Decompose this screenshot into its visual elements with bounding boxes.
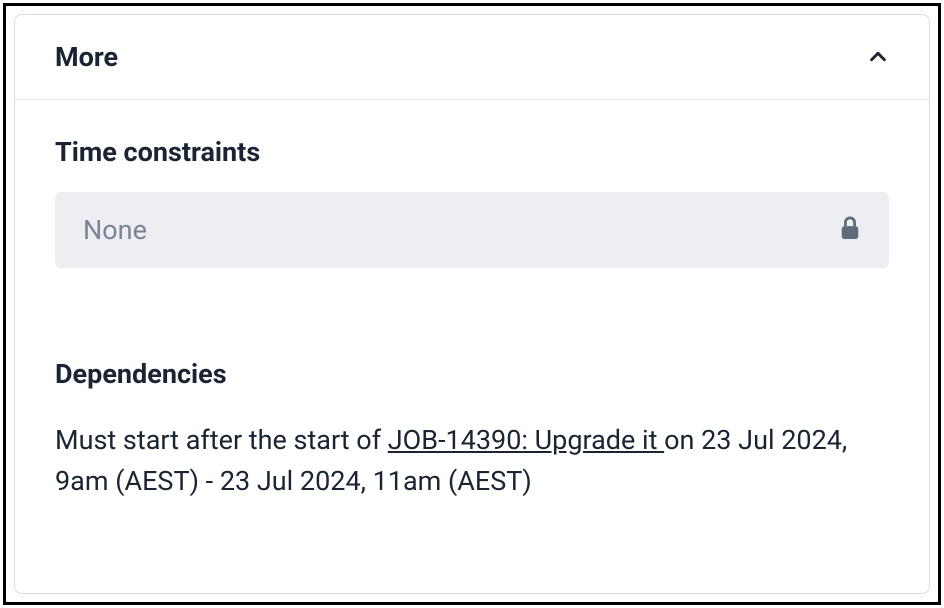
panel-title: More xyxy=(55,41,118,73)
dependencies-title: Dependencies xyxy=(55,358,889,390)
time-constraints-value: None xyxy=(83,214,147,246)
time-constraints-title: Time constraints xyxy=(55,136,889,168)
dependency-prefix: Must start after the start of xyxy=(55,424,388,456)
outer-frame: More Time constraints None Dependen xyxy=(3,3,941,605)
dependency-link[interactable]: JOB-14390: Upgrade it xyxy=(388,424,664,456)
chevron-up-icon xyxy=(867,46,889,68)
time-constraints-field: None xyxy=(55,192,889,268)
panel-header[interactable]: More xyxy=(15,15,929,100)
panel-body: Time constraints None Dependencies Must … xyxy=(15,100,929,537)
more-panel: More Time constraints None Dependen xyxy=(14,14,930,594)
dependency-item: Must start after the start of JOB-14390:… xyxy=(55,420,889,501)
lock-icon xyxy=(839,215,861,245)
